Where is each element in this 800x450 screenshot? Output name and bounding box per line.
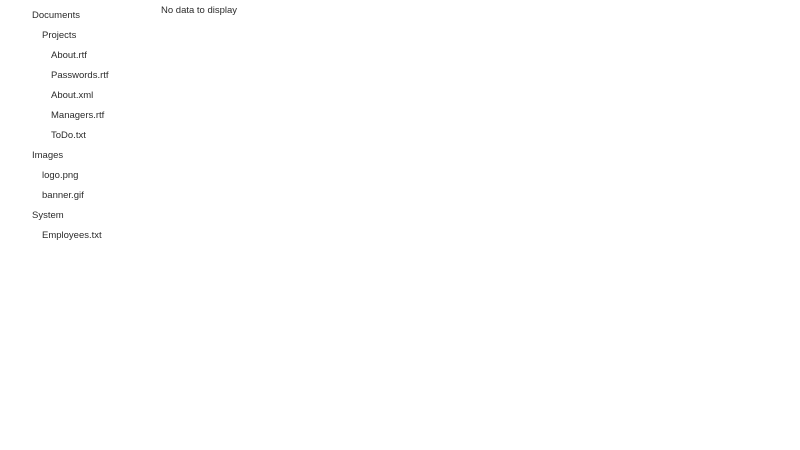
tree-node-images[interactable]: Images [0,146,150,166]
tree-node-label: Images [32,150,64,161]
tree-node-label: Managers.rtf [51,110,105,121]
tree-node-todo-txt[interactable]: ToDo.txt [0,126,150,146]
tree-node-label: Projects [42,30,77,41]
tree-node-label: ToDo.txt [51,130,86,141]
tree-node-about-rtf[interactable]: About.rtf [0,46,150,66]
tree-node-label: banner.gif [42,190,84,201]
tree-node-about-xml[interactable]: About.xml [0,86,150,106]
tree-node-logo-png[interactable]: logo.png [0,166,150,186]
empty-content-panel: No data to display [161,4,237,18]
no-data-message: No data to display [161,5,238,16]
tree-node-label: System [32,210,64,221]
tree-node-documents[interactable]: Documents [0,6,150,26]
tree-node-system[interactable]: System [0,206,150,226]
file-tree-view: Documents Projects About.rtf Passwords.r… [0,6,150,246]
tree-node-passwords-rtf[interactable]: Passwords.rtf [0,66,150,86]
tree-node-banner-gif[interactable]: banner.gif [0,186,150,206]
tree-node-managers-rtf[interactable]: Managers.rtf [0,106,150,126]
tree-node-label: About.rtf [51,50,87,61]
tree-node-label: About.xml [51,90,94,101]
tree-node-label: Documents [32,10,81,21]
tree-node-projects[interactable]: Projects [0,26,150,46]
tree-node-label: logo.png [42,170,79,181]
tree-node-label: Employees.txt [42,230,102,241]
tree-node-label: Passwords.rtf [51,70,109,81]
tree-node-employees-txt[interactable]: Employees.txt [0,226,150,246]
